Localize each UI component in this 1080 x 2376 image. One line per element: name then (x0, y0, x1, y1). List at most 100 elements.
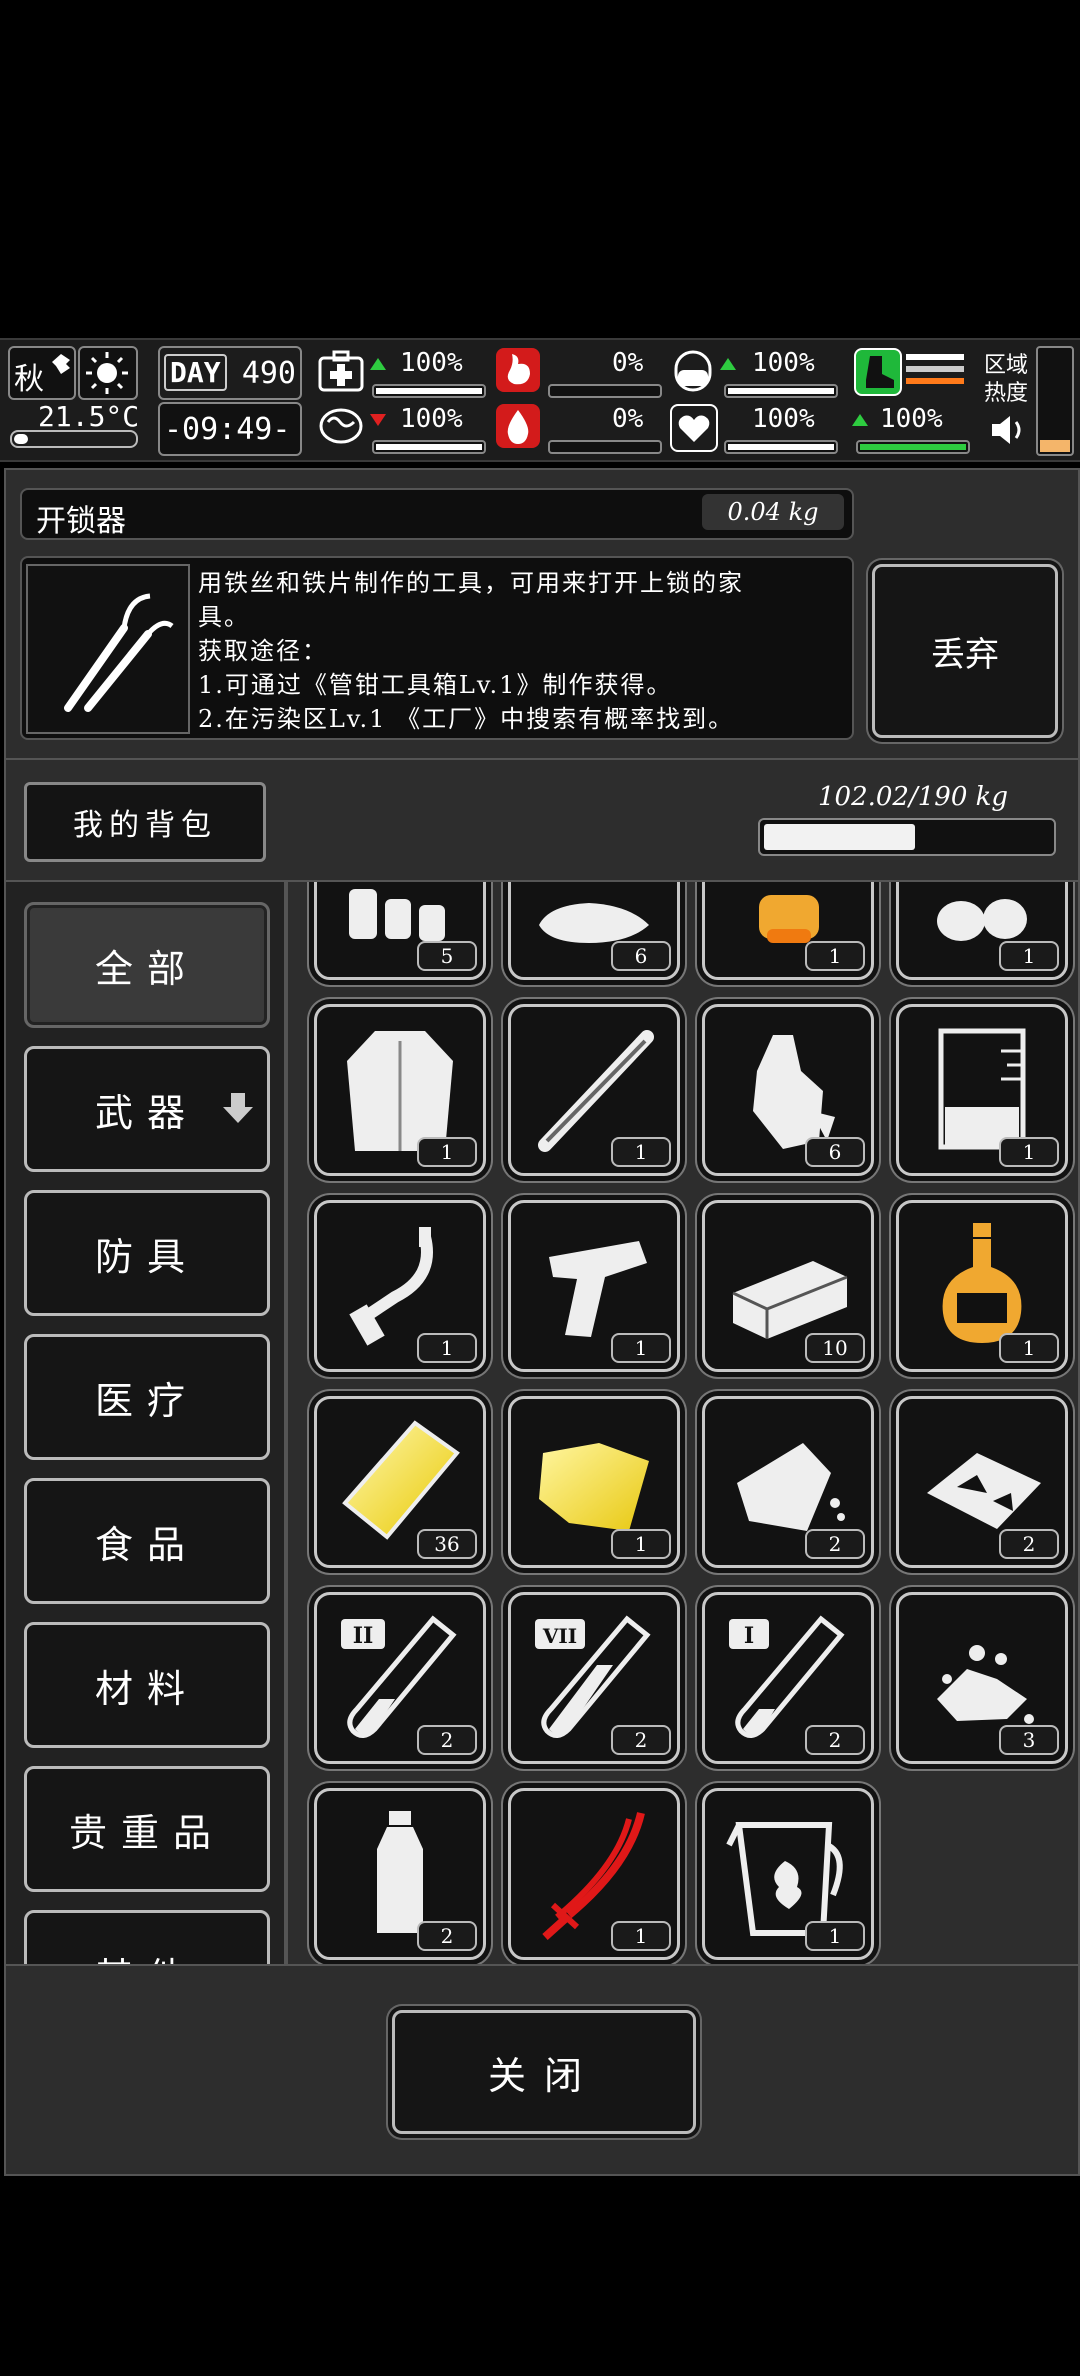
inventory-slot[interactable]: 1 (896, 882, 1068, 980)
inventory-slot[interactable]: 3 (896, 1592, 1068, 1764)
divider (6, 758, 1078, 760)
inventory-slot[interactable]: II 2 (314, 1592, 486, 1764)
day-number: 490 (241, 356, 296, 391)
close-button[interactable]: 关闭 (392, 2010, 696, 2134)
arrow-down-icon (223, 1093, 253, 1123)
category-all[interactable]: 全部 (24, 902, 270, 1028)
item-quantity: 1 (805, 941, 865, 971)
category-armor[interactable]: 防具 (24, 1190, 270, 1316)
zone-heat-meter (1036, 346, 1074, 456)
item-quantity: 10 (805, 1333, 865, 1363)
brain-icon (319, 408, 363, 444)
desc-line: 2.在污染区Lv.1 《工厂》中搜索有概率找到。 (198, 705, 735, 733)
item-detail-box: 用铁丝和铁片制作的工具，可用来打开上锁的家 具。 获取途径： 1.可通过《管钳工… (20, 556, 854, 740)
item-quantity: 2 (417, 1921, 477, 1951)
inventory-slot[interactable]: 1 (314, 1004, 486, 1176)
category-other[interactable]: 其他 (24, 1910, 270, 1964)
inventory-slot[interactable]: 1 (314, 1200, 486, 1372)
discard-button[interactable]: 丢弃 (872, 564, 1058, 738)
season-box: 秋 (8, 346, 76, 400)
category-food[interactable]: 食品 (24, 1478, 270, 1604)
item-name: 开锁器 (36, 504, 126, 539)
inventory-slot[interactable]: I 2 (702, 1592, 874, 1764)
item-quantity: 1 (999, 1137, 1059, 1167)
inventory-slot[interactable]: 1 (896, 1200, 1068, 1372)
backpack-weight: 102.02/190 kg (818, 782, 1009, 812)
item-weight: 0.04 kg (727, 498, 819, 526)
health-bar (372, 384, 486, 398)
inventory-slot[interactable]: 10 (702, 1200, 874, 1372)
inventory-slot[interactable]: 6 (508, 882, 680, 980)
hunger-pct: 0% (612, 348, 644, 378)
backpack-weight-bar (758, 818, 1056, 856)
medkit-icon (318, 350, 364, 392)
category-weapons[interactable]: 武器 (24, 1046, 270, 1172)
category-valuables[interactable]: 贵重品 (24, 1766, 270, 1892)
sleep-pct: 100% (752, 348, 815, 378)
mood-bar (372, 440, 486, 454)
water-drop-icon (496, 404, 540, 448)
svg-text:VII: VII (542, 1624, 577, 1648)
category-weapons-label: 武器 (94, 1090, 199, 1135)
desc-line: 获取途径： (198, 637, 328, 665)
stamina-bar (856, 440, 970, 454)
sun-icon (86, 352, 128, 394)
inventory-slot[interactable]: VII 2 (508, 1592, 680, 1764)
mood-down-arrow (370, 414, 386, 426)
item-quantity: 2 (417, 1725, 477, 1755)
item-quantity: 5 (417, 941, 477, 971)
inventory-slot[interactable]: 5 (314, 882, 486, 980)
item-quantity: 1 (611, 1333, 671, 1363)
inventory-slot[interactable]: 1 (896, 1004, 1068, 1176)
desc-line: 1.可通过《管钳工具箱Lv.1》制作获得。 (198, 671, 673, 699)
item-quantity: 1 (611, 1921, 671, 1951)
inventory-slot[interactable]: 1 (508, 1200, 680, 1372)
category-materials[interactable]: 材料 (24, 1622, 270, 1748)
svg-text:II: II (353, 1623, 374, 1649)
item-quantity: 1 (611, 1529, 671, 1559)
time-box: -09:49- (158, 402, 302, 456)
item-quantity: 1 (805, 1921, 865, 1951)
inventory-slot[interactable]: 1 (702, 882, 874, 980)
inventory-slot[interactable]: 36 (314, 1396, 486, 1568)
pill-icon (674, 350, 712, 392)
item-quantity: 3 (999, 1725, 1059, 1755)
divider (6, 1964, 1078, 1966)
boot-icon (854, 348, 902, 396)
item-quantity: 1 (417, 1137, 477, 1167)
item-quantity: 1 (999, 941, 1059, 971)
inventory-panel: 开锁器 0.04 kg 用铁丝和铁片制作的工具，可用来打开上锁的家 具。 获取途… (4, 468, 1080, 2176)
category-sidebar: 全部 武器 防具 医疗 食品 材料 贵重品 其他 (6, 882, 284, 1964)
zone-heat-label: 区域热度 (984, 353, 1029, 406)
weather-box (78, 346, 138, 400)
inventory-slot[interactable]: 2 (702, 1396, 874, 1568)
item-quantity: 6 (611, 941, 671, 971)
inventory-slot[interactable]: 6 (702, 1004, 874, 1176)
thermometer-icon (10, 430, 138, 448)
item-quantity: 2 (805, 1529, 865, 1559)
desc-line: 用铁丝和铁片制作的工具，可用来打开上锁的家 (198, 569, 744, 597)
heart-bar (724, 440, 838, 454)
inventory-slot[interactable]: 2 (314, 1788, 486, 1960)
speaker-icon[interactable] (988, 412, 1028, 448)
lockpick-icon (64, 593, 174, 712)
day-box: DAY 490 (158, 346, 302, 400)
desc-line: 具。 (198, 603, 250, 631)
svg-text:I: I (744, 1623, 754, 1649)
stamina-stripes (906, 354, 964, 384)
item-quantity: 36 (417, 1529, 477, 1559)
inventory-slot[interactable]: 1 (702, 1788, 874, 1960)
backpack-weight-fill (764, 824, 915, 850)
item-weight-box: 0.04 kg (702, 494, 844, 530)
inventory-slot[interactable]: 1 (508, 1004, 680, 1176)
backpack-tab[interactable]: 我的背包 (24, 782, 266, 862)
item-image-frame (26, 564, 190, 734)
leaf-icon (52, 354, 70, 374)
hunger-bar (548, 384, 662, 398)
inventory-slot[interactable]: 2 (896, 1396, 1068, 1568)
inventory-slot[interactable]: 1 (508, 1788, 680, 1960)
item-quantity: 2 (999, 1529, 1059, 1559)
category-medical[interactable]: 医疗 (24, 1334, 270, 1460)
inventory-slot[interactable]: 1 (508, 1396, 680, 1568)
stomach-icon (496, 348, 540, 392)
